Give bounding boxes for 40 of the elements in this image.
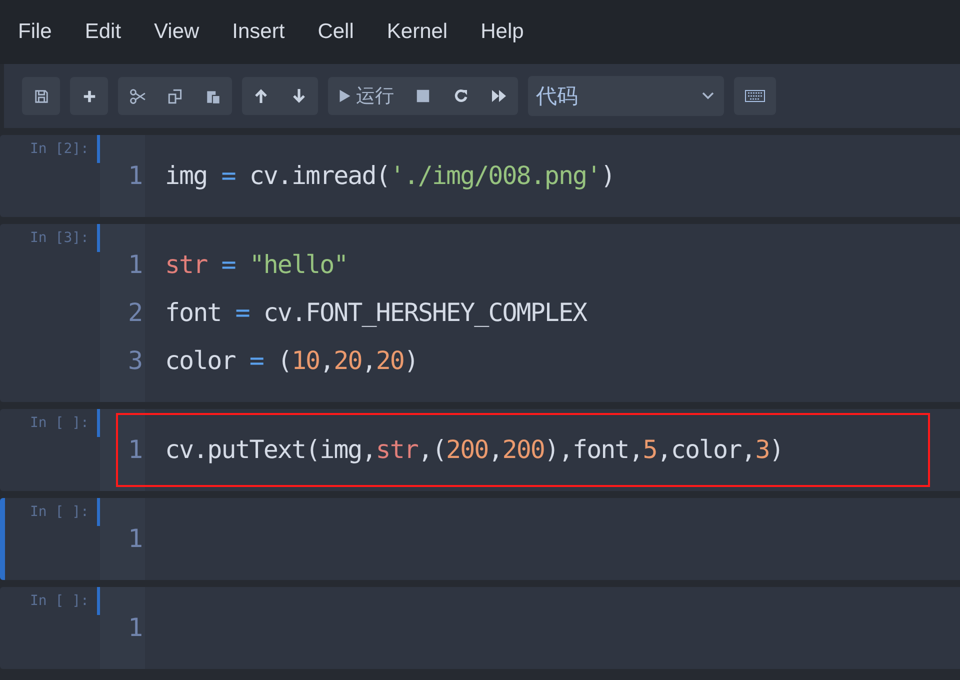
plus-icon [82, 88, 96, 104]
code-line: cv.putText(img,str,(200,200),font,5,color,3) [165, 435, 784, 464]
copy-icon [166, 88, 184, 104]
code-cell[interactable]: In [ ]: 1 cv.putText(img,str,(200,200),font,5,color,3) [0, 409, 960, 491]
code-cell[interactable]: In [3]: 1 2 3 str = "hello" font = cv.FONT_HERSHEY_COMPLEX color = (10,20,20) [0, 224, 960, 402]
arrow-up-icon [253, 88, 269, 104]
code-line: str = "hello" [165, 250, 348, 279]
play-icon [338, 88, 352, 104]
arrow-down-icon [291, 88, 307, 104]
menu-item[interactable]: Insert [232, 20, 285, 44]
code-cell[interactable]: In [2]: 1 img = cv.imread('./img/008.png') [0, 135, 960, 217]
line-number: 3 [128, 346, 143, 375]
code-line: img = cv.imread('./img/008.png') [165, 161, 615, 190]
line-number: 1 [128, 613, 143, 642]
line-number: 2 [128, 298, 143, 327]
save-icon [34, 88, 48, 104]
menu-item[interactable]: File [18, 20, 52, 44]
restart-icon [453, 88, 469, 104]
cell-prompt: In [2]: [28, 141, 89, 157]
cell-prompt: In [ ]: [28, 593, 89, 609]
fast-forward-icon [491, 88, 507, 104]
scissors-icon [128, 88, 146, 104]
cell-prompt: In [3]: [28, 230, 89, 246]
line-number: 1 [128, 524, 143, 553]
chevron-down-icon [702, 92, 714, 100]
cell-prompt: In [ ]: [28, 415, 89, 431]
line-number: 1 [128, 250, 143, 279]
code-line: color = (10,20,20) [165, 346, 418, 375]
menu-item[interactable]: Edit [84, 20, 122, 44]
cell-prompt: In [ ]: [28, 504, 89, 520]
menu-item[interactable]: Help [480, 20, 524, 44]
menu-item[interactable]: Kernel [386, 20, 448, 44]
keyboard-icon [745, 90, 765, 102]
code-line: font = cv.FONT_HERSHEY_COMPLEX [165, 298, 587, 327]
menu-item[interactable]: Cell [318, 20, 354, 44]
line-number: 1 [128, 435, 143, 464]
menu-item[interactable]: View [154, 20, 200, 44]
line-number: 1 [128, 161, 143, 190]
cell-type-dropdown[interactable]: 代码 [528, 76, 724, 116]
stop-icon [416, 89, 430, 103]
